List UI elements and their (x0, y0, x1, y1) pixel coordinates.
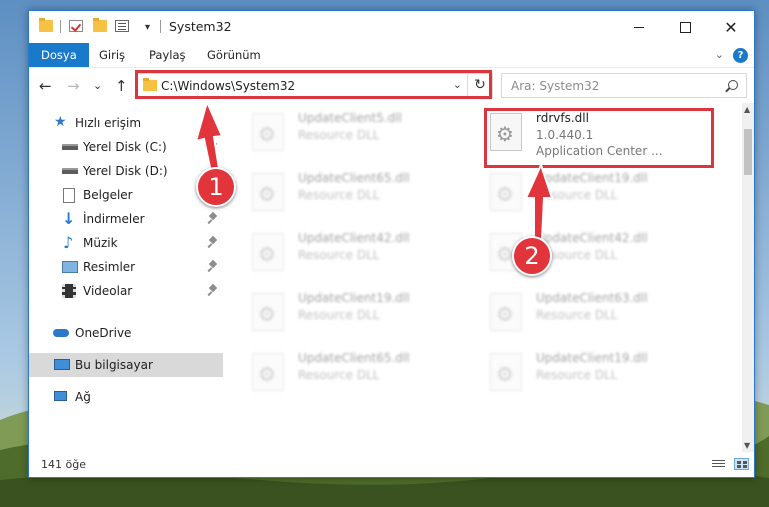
arrow-1 (194, 99, 224, 179)
step-marker-1: 1 (196, 167, 236, 207)
arrow-2 (524, 162, 554, 241)
annotation-arrows (194, 99, 554, 241)
step-marker-2: 2 (512, 236, 552, 276)
